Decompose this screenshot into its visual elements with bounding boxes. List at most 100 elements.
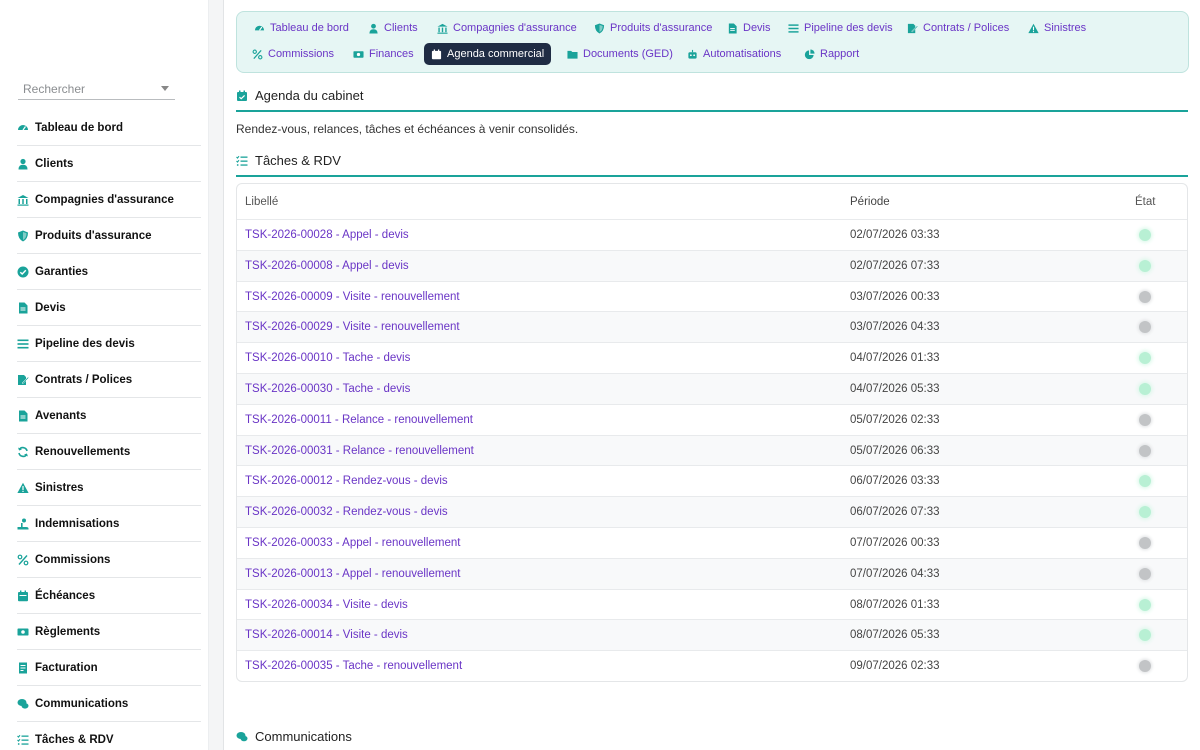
tab-label: Devis [743,22,771,34]
money-icon [17,628,29,635]
table-row[interactable]: TSK-2026-00034 - Visite - devis 08/07/202… [237,588,1187,620]
contract-icon [18,374,29,385]
task-link[interactable]: TSK-2026-00034 - Visite - devis [245,599,408,611]
sidebar-nav: Tableau de bord Clients Compagnies d'assur… [17,110,201,750]
warning-icon [17,482,29,494]
tab-row1-4[interactable]: Devis [720,17,778,39]
tab-label: Commissions [268,48,335,60]
sidebar: Rechercher Tableau de bord Clients Compagn… [0,0,224,750]
sidebar-item-15[interactable]: Facturation [17,650,201,686]
tab-row2-5[interactable]: Rapport [797,43,866,65]
task-link[interactable]: TSK-2026-00010 - Tache - devis [245,352,410,364]
app-page: Rechercher Tableau de bord Clients Compagn… [0,0,1200,750]
task-link[interactable]: TSK-2026-00029 - Visite - renouvellement [245,321,460,333]
sidebar-item-5[interactable]: Devis [17,290,201,326]
sidebar-item-7[interactable]: Contrats / Polices [17,362,201,398]
bank-icon [17,194,29,206]
chat-icon [17,698,29,709]
table-row[interactable]: TSK-2026-00013 - Appel - renouvellement 0… [237,557,1187,589]
state-indicator [1139,383,1151,395]
task-period: 03/07/2026 04:33 [850,321,940,334]
sidebar-item-4[interactable]: Garanties [17,254,201,290]
task-link[interactable]: TSK-2026-00014 - Visite - devis [245,629,408,641]
col-header-state[interactable]: État [1135,196,1155,208]
tab-row2-1[interactable]: Finances [346,43,421,65]
task-link[interactable]: TSK-2026-00035 - Tache - renouvellement [245,660,462,672]
tab-row1-7[interactable]: Sinistres [1021,17,1093,39]
tab-row2-2[interactable]: Agenda commercial [424,43,552,65]
sidebar-item-label: Compagnies d'assurance [35,193,174,206]
tab-row1-5[interactable]: Pipeline des devis [781,17,900,39]
table-row[interactable]: TSK-2026-00014 - Visite - devis 08/07/202… [237,619,1187,651]
task-link[interactable]: TSK-2026-00011 - Relance - renouvellemen… [245,414,473,426]
communications-title: Communications [255,729,352,744]
sidebar-item-9[interactable]: Renouvellements [17,434,201,470]
table-row[interactable]: TSK-2026-00010 - Tache - devis 04/07/2026… [237,342,1187,373]
robot-icon [688,49,697,59]
task-link[interactable]: TSK-2026-00028 - Appel - devis [245,229,409,241]
task-link[interactable]: TSK-2026-00030 - Tache - devis [245,383,410,395]
task-link[interactable]: TSK-2026-00012 - Rendez-vous - devis [245,475,448,487]
task-period: 06/07/2026 07:33 [850,506,940,519]
tab-row1-6[interactable]: Contrats / Polices [900,17,1016,39]
file-icon [19,410,28,421]
tab-row1-0[interactable]: Tableau de bord [247,17,356,39]
tab-row2-3[interactable]: Documents (GED) [560,43,680,65]
table-row[interactable]: TSK-2026-00031 - Relance - renouvellemen… [237,434,1187,466]
calendar-icon [431,48,442,59]
sidebar-item-14[interactable]: Règlements [17,614,201,650]
task-link[interactable]: TSK-2026-00009 - Visite - renouvellement [245,291,460,303]
sidebar-item-label: Contrats / Polices [35,373,133,386]
search-select[interactable]: Rechercher [18,78,175,100]
calendar-icon [18,590,28,601]
col-header-label[interactable]: Libellé [245,196,278,208]
sidebar-item-8[interactable]: Avenants [17,398,201,434]
table-row[interactable]: TSK-2026-00033 - Appel - renouvellement 0… [237,527,1187,558]
table-row[interactable]: TSK-2026-00035 - Tache - renouvellement 0… [237,650,1187,681]
state-indicator [1139,660,1151,673]
calendar-icon [237,90,247,101]
state-indicator [1139,567,1151,580]
sidebar-item-13[interactable]: Échéances [17,578,201,614]
tab-row1-2[interactable]: Compagnies d'assurance [430,17,584,39]
tab-row2-0[interactable]: Commissions [245,43,341,65]
sidebar-item-10[interactable]: Sinistres [17,470,201,506]
task-period: 05/07/2026 02:33 [850,413,940,426]
task-link[interactable]: TSK-2026-00032 - Rendez-vous - devis [245,506,448,518]
task-link[interactable]: TSK-2026-00033 - Appel - renouvellement [245,537,460,549]
table-row[interactable]: TSK-2026-00009 - Visite - renouvellement… [237,280,1187,312]
sidebar-item-3[interactable]: Produits d'assurance [17,218,201,254]
tab-label: Tableau de bord [270,22,349,34]
calendar-icon [17,590,29,602]
tasks-icon [17,734,29,745]
sidebar-item-11[interactable]: Indemnisations [17,506,201,542]
table-row[interactable]: TSK-2026-00011 - Relance - renouvellemen… [237,403,1187,435]
sidebar-item-12[interactable]: Commissions [17,542,201,578]
tasks-icon [17,734,29,746]
sidebar-item-1[interactable]: Clients [17,146,201,182]
tab-row2-4[interactable]: Automatisations [680,43,788,65]
col-header-period[interactable]: Période [850,196,890,208]
table-row[interactable]: TSK-2026-00029 - Visite - renouvellement… [237,311,1187,343]
sidebar-item-6[interactable]: Pipeline des devis [17,326,201,362]
table-row[interactable]: TSK-2026-00030 - Tache - devis 04/07/2026… [237,373,1187,404]
sidebar-item-label: Indemnisations [35,517,120,530]
task-link[interactable]: TSK-2026-00013 - Appel - renouvellement [245,568,460,580]
state-indicator [1139,537,1151,549]
table-row[interactable]: TSK-2026-00028 - Appel - devis 02/07/2026… [237,219,1187,250]
sidebar-item-2[interactable]: Compagnies d'assurance [17,182,201,218]
page-title: Agenda du cabinet [255,88,364,103]
task-link[interactable]: TSK-2026-00031 - Relance - renouvellemen… [245,445,474,457]
tasks-table: Libellé Période État TSK-2026-00028 - Ap… [236,183,1188,682]
file-icon [17,410,29,422]
table-row[interactable]: TSK-2026-00012 - Rendez-vous - devis 06/0… [237,465,1187,496]
table-row[interactable]: TSK-2026-00008 - Appel - devis 02/07/2026… [237,249,1187,281]
tab-label: Documents (GED) [583,48,673,60]
tab-row1-3[interactable]: Produits d'assurance [587,17,719,39]
table-row[interactable]: TSK-2026-00032 - Rendez-vous - devis 06/0… [237,496,1187,528]
tab-row1-1[interactable]: Clients [361,17,425,39]
sidebar-item-0[interactable]: Tableau de bord [17,110,201,146]
sidebar-item-16[interactable]: Communications [17,686,201,722]
sidebar-item-17[interactable]: Tâches & RDV [17,722,201,750]
task-link[interactable]: TSK-2026-00008 - Appel - devis [245,260,409,272]
